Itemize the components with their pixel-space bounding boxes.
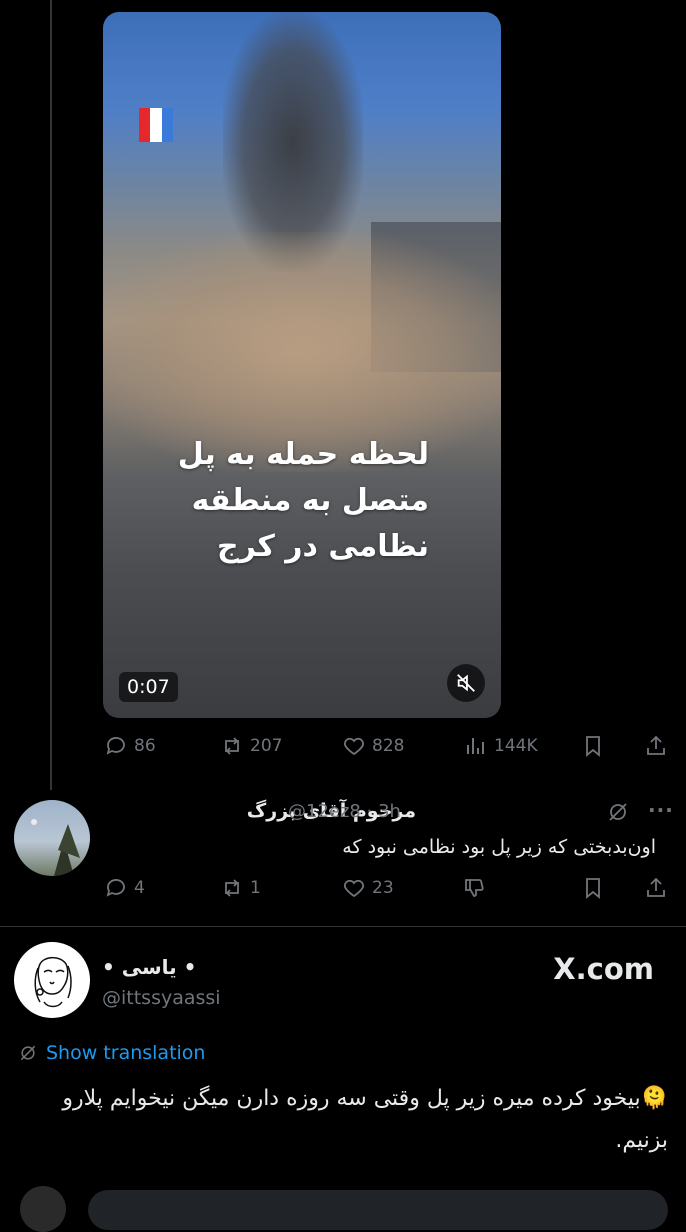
tree-icon <box>31 819 80 876</box>
more-dots-icon: ··· <box>648 798 674 822</box>
reply-time: 3h <box>378 801 401 822</box>
divider <box>0 926 686 927</box>
repost-count: 207 <box>250 736 283 756</box>
like-action[interactable]: 828 <box>342 734 404 758</box>
translate-globe-icon <box>20 1045 36 1061</box>
share-icon <box>647 877 665 897</box>
reply-count: 86 <box>134 736 156 756</box>
reply-repost-count: 1 <box>250 878 261 898</box>
show-translation-link[interactable]: Show translation <box>18 1042 205 1064</box>
compose-avatar[interactable] <box>20 1186 66 1232</box>
bookmark-icon <box>586 736 600 757</box>
sketch-portrait-icon <box>34 956 72 1008</box>
reply-reply-count: 4 <box>134 878 145 898</box>
reply-bookmark-action[interactable] <box>581 876 605 900</box>
mute-button[interactable] <box>447 664 485 702</box>
translate-toggle[interactable] <box>606 800 630 824</box>
channel-logo-icon <box>139 108 173 142</box>
share-icon <box>647 735 665 755</box>
reply-author-handle[interactable]: @12ez8 · 3h <box>288 801 401 822</box>
reply-text: اون‌بدبختی که زیر پل بود نظامی نبود که <box>342 836 656 858</box>
views-chart-icon <box>467 738 484 754</box>
quote-avatar[interactable] <box>14 942 90 1018</box>
repost-icon <box>225 879 239 897</box>
heart-icon <box>343 879 365 898</box>
video-duration: 0:07 <box>119 672 178 702</box>
reply-like-action[interactable]: 23 <box>342 876 394 900</box>
video-caption: لحظه حمله به پل متصل به منطقه نظامی در ک… <box>177 437 429 564</box>
reply-share-action[interactable] <box>644 876 668 900</box>
views-action[interactable]: 144K <box>464 734 538 758</box>
muted-speaker-icon <box>457 674 475 692</box>
share-action[interactable] <box>644 734 668 758</box>
views-count: 144K <box>494 736 538 756</box>
show-translation-label: Show translation <box>46 1042 206 1064</box>
reply-reply-action[interactable]: 4 <box>104 876 145 900</box>
quote-text: 🫠بیخود کرده میره زیر پل وقتی سه روزه دار… <box>62 1086 668 1153</box>
heart-icon <box>343 737 365 756</box>
video-player[interactable]: لحظه حمله به پل متصل به منطقه نظامی در ک… <box>103 12 501 718</box>
reply-repost-action[interactable]: 1 <box>220 876 261 900</box>
quote-author-handle[interactable]: @ittssyaassi <box>102 987 221 1009</box>
reply-action[interactable]: 86 <box>104 734 156 758</box>
reply-icon <box>106 737 125 755</box>
compose-input[interactable] <box>88 1190 668 1230</box>
repost-icon <box>225 737 239 755</box>
bookmark-icon <box>586 878 600 899</box>
repost-action[interactable]: 207 <box>220 734 282 758</box>
bookmark-action[interactable] <box>581 734 605 758</box>
reply-icon <box>106 879 125 897</box>
reply-like-count: 23 <box>372 878 394 898</box>
like-count: 828 <box>372 736 405 756</box>
thumbs-down-icon <box>465 879 484 897</box>
dislike-action[interactable] <box>462 876 486 900</box>
thread-line <box>50 0 52 790</box>
more-options-button[interactable]: ··· <box>648 798 674 822</box>
quote-author-name[interactable]: • یاسی • <box>102 955 196 979</box>
x-brand-logo: X.com <box>553 952 654 986</box>
translate-globe-icon <box>609 803 627 821</box>
reply-avatar[interactable] <box>14 800 90 876</box>
